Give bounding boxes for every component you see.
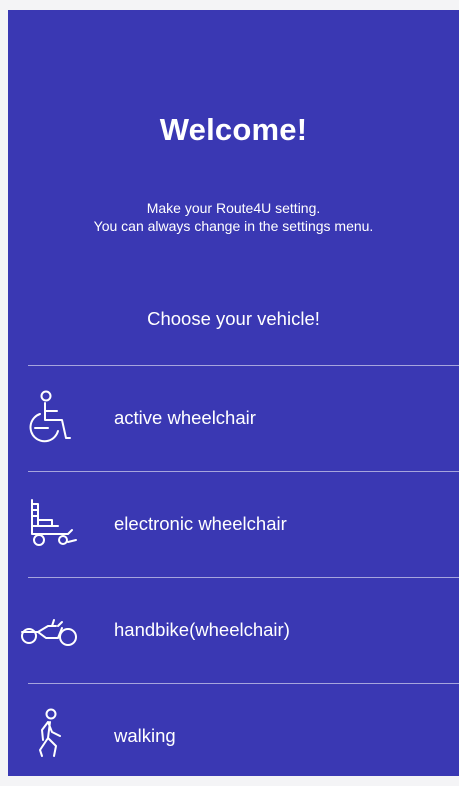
vehicle-option-label: electronic wheelchair	[114, 513, 287, 534]
intro-text-line-1: Make your Route4U setting.	[146, 200, 321, 216]
vehicle-option-label: handbike(wheelchair)	[114, 619, 290, 640]
electric-wheelchair-icon	[31, 499, 77, 546]
vehicle-option-active-wheelchair[interactable]: active wheelchair	[8, 366, 459, 472]
vehicle-option-label: active wheelchair	[114, 407, 256, 428]
vehicle-option-label: walking	[114, 725, 176, 746]
welcome-screen: Welcome! Make your Route4U setting. You …	[0, 0, 459, 786]
walking-icon	[39, 708, 61, 757]
active-wheelchair-icon	[29, 390, 71, 443]
choose-vehicle-heading: Choose your vehicle!	[147, 308, 320, 329]
vehicle-option-handbike[interactable]: handbike(wheelchair)	[8, 578, 459, 684]
vehicle-option-electronic-wheelchair[interactable]: electronic wheelchair	[8, 472, 459, 578]
intro-text-line-2: You can always change in the settings me…	[93, 218, 374, 234]
handbike-icon	[21, 619, 77, 646]
vehicle-option-walking[interactable]: walking	[8, 684, 459, 790]
welcome-title: Welcome!	[159, 112, 308, 147]
